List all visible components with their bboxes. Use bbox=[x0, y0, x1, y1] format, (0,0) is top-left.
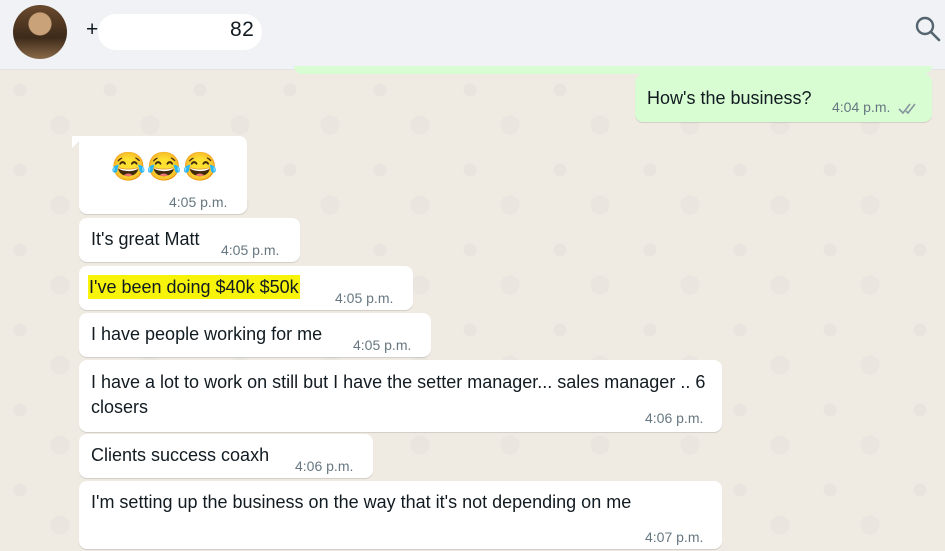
message-time: 4:05 p.m. bbox=[169, 194, 228, 210]
message-text: I have people working for me bbox=[91, 324, 323, 344]
contact-name-suffix: 82 bbox=[230, 18, 254, 42]
message-text: I'm setting up the business on the way t… bbox=[91, 492, 632, 512]
search-button[interactable] bbox=[913, 14, 943, 44]
message-text: It's great Matt bbox=[91, 229, 200, 249]
message-text: How's the business? bbox=[647, 88, 812, 108]
message-bubble-incoming[interactable]: I'm setting up the business on the way t… bbox=[79, 481, 722, 549]
message-bubble-incoming[interactable]: I have a lot to work on still but I have… bbox=[79, 360, 722, 432]
contact-avatar[interactable] bbox=[13, 5, 67, 59]
message-time: 4:05 p.m. bbox=[221, 242, 280, 258]
highlighted-text: I've been doing $40k $50k bbox=[88, 275, 300, 299]
message-time: 4:06 p.m. bbox=[295, 458, 354, 474]
message-bubble-incoming[interactable]: Clients success coaxh 4:06 p.m. bbox=[79, 434, 373, 478]
message-time: 4:05 p.m. bbox=[353, 337, 412, 353]
message-bubble-incoming[interactable]: I have people working for me 4:05 p.m. bbox=[79, 313, 431, 357]
message-time: 4:04 p.m. bbox=[832, 99, 920, 115]
message-time-text: 4:04 p.m. bbox=[832, 99, 891, 115]
double-check-icon bbox=[898, 103, 916, 115]
chat-header[interactable]: + 82 bbox=[0, 0, 945, 70]
search-icon bbox=[915, 16, 941, 42]
message-text: I have a lot to work on still but I have… bbox=[91, 372, 706, 417]
message-bubble-incoming[interactable]: It's great Matt 4:05 p.m. bbox=[79, 218, 300, 262]
contact-name-suffix-text: 82 bbox=[230, 18, 255, 41]
contact-name-prefix: + bbox=[86, 18, 99, 41]
message-bubble-incoming[interactable]: 😂😂😂 4:05 p.m. bbox=[79, 136, 247, 214]
message-time: 4:05 p.m. bbox=[335, 290, 394, 306]
emoji-message: 😂😂😂 bbox=[111, 151, 219, 182]
contact-name[interactable]: + bbox=[86, 18, 99, 42]
message-text: I've been doing $40k $50k bbox=[88, 275, 300, 299]
message-bubble-outgoing[interactable]: How's the business? 4:04 p.m. bbox=[635, 74, 932, 122]
previous-outgoing-bubble-edge bbox=[294, 66, 932, 74]
message-time: 4:06 p.m. bbox=[645, 410, 704, 426]
message-time: 4:07 p.m. bbox=[645, 529, 704, 545]
message-text: Clients success coaxh bbox=[91, 445, 270, 465]
message-bubble-incoming[interactable]: I've been doing $40k $50k 4:05 p.m. bbox=[79, 266, 413, 310]
